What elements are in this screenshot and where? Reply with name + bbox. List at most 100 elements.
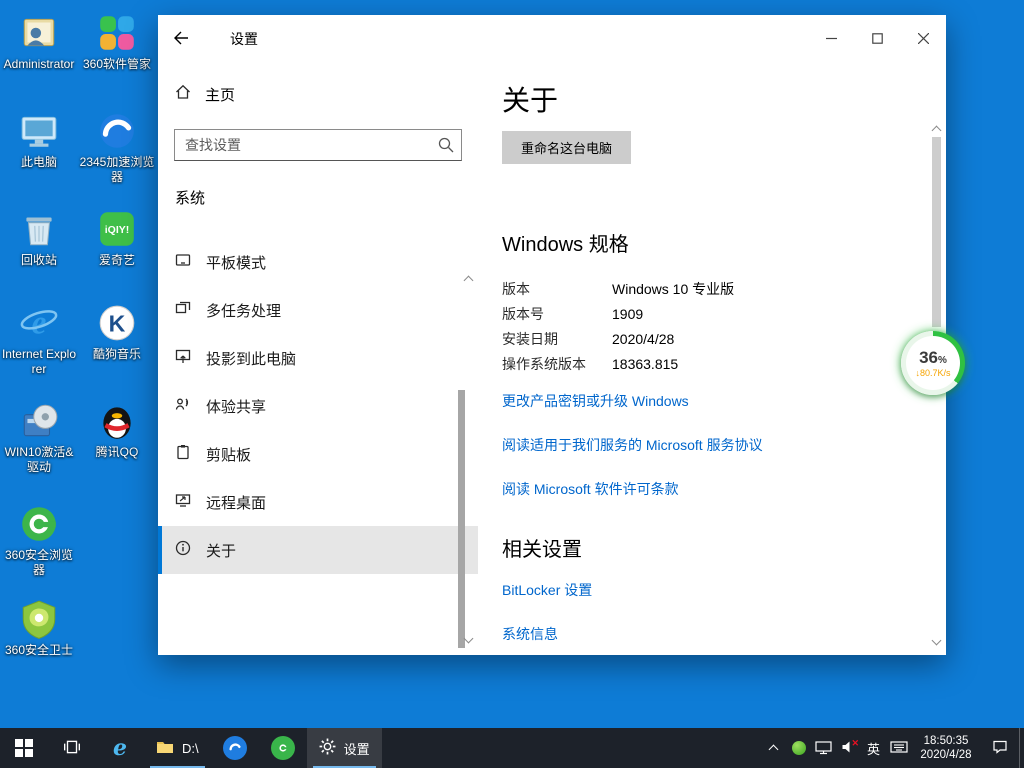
this-pc-icon xyxy=(18,110,60,152)
taskbar-explorer-button[interactable]: D:\ xyxy=(144,728,211,768)
desktop-icon-iqiyi[interactable]: iQIY! 爱奇艺 xyxy=(79,208,155,268)
nav-scrollbar-thumb[interactable] xyxy=(458,390,465,648)
desktop-icon-360-safe[interactable]: 360安全卫士 xyxy=(1,598,77,658)
bitlocker-settings-link[interactable]: BitLocker 设置 xyxy=(502,580,892,600)
ime-indicator[interactable]: 英 xyxy=(861,728,886,768)
mute-x-icon: ✕ xyxy=(851,738,859,749)
installer-disc-icon xyxy=(18,400,60,442)
back-arrow-icon xyxy=(173,30,190,49)
memory-percent: 36% xyxy=(919,349,947,366)
360-tray-icon xyxy=(792,741,806,755)
clipboard-icon xyxy=(175,444,191,464)
action-center-button[interactable] xyxy=(981,728,1019,768)
show-desktop-button[interactable] xyxy=(1019,728,1024,768)
content-scrollbar-thumb[interactable] xyxy=(932,137,941,327)
2345-browser-icon xyxy=(96,110,138,152)
multitask-icon xyxy=(175,300,191,320)
nav-item-label: 多任务处理 xyxy=(206,300,281,321)
desktop-icon-kugou-music[interactable]: K 酷狗音乐 xyxy=(79,302,155,362)
shared-experiences-icon xyxy=(175,396,191,416)
nav-item-tablet-mode[interactable]: 平板模式 xyxy=(158,238,478,286)
time-text: 18:50:35 xyxy=(924,734,969,748)
desktop-icon-label: 爱奇艺 xyxy=(99,253,135,268)
spec-row-installed-on: 安装日期 2020/4/28 xyxy=(502,327,892,352)
desktop-icon-label: 酷狗音乐 xyxy=(93,347,141,362)
nav-item-shared-experiences[interactable]: 体验共享 xyxy=(158,382,478,430)
desktop-icon-label: Administrator xyxy=(4,57,75,72)
date-text: 2020/4/28 xyxy=(920,748,971,762)
nav-item-remote-desktop[interactable]: 远程桌面 xyxy=(158,478,478,526)
clock[interactable]: 18:50:35 2020/4/28 xyxy=(911,728,981,768)
360-speed-float-ball[interactable]: 36% ↓80.7K/s xyxy=(901,331,965,395)
settings-content-pane: 关于 重命名这台电脑 Windows 规格 版本 Windows 10 专业版 … xyxy=(478,63,946,655)
taskbar-ie-button[interactable]: e xyxy=(96,728,144,768)
start-button[interactable] xyxy=(0,728,48,768)
desktop-icon-tencent-qq[interactable]: 腾讯QQ xyxy=(79,400,155,460)
nav-item-clipboard[interactable]: 剪贴板 xyxy=(158,430,478,478)
spec-value: 18363.815 xyxy=(612,352,678,377)
network-icon xyxy=(815,739,832,758)
change-product-key-link[interactable]: 更改产品密钥或升级 Windows xyxy=(502,391,892,411)
360-browser-icon xyxy=(271,736,295,760)
license-terms-link[interactable]: 阅读 Microsoft 软件许可条款 xyxy=(502,479,892,499)
system-info-link[interactable]: 系统信息 xyxy=(502,624,892,644)
spec-value: Windows 10 专业版 xyxy=(612,277,734,302)
nav-scroll-down-icon[interactable] xyxy=(465,629,472,647)
svg-text:e: e xyxy=(32,305,47,342)
tray-360-icon[interactable] xyxy=(786,728,811,768)
desktop-icon-360-software-manager[interactable]: 360软件管家 xyxy=(79,12,155,72)
desktop-icon-this-pc[interactable]: 此电脑 xyxy=(1,110,77,170)
desktop-icon-win10-activate[interactable]: WIN10激活&驱动 xyxy=(1,400,77,475)
nav-item-label: 平板模式 xyxy=(206,252,266,273)
spec-links: 更改产品密钥或升级 Windows 阅读适用于我们服务的 Microsoft 服… xyxy=(502,391,892,499)
taskbar-settings-button[interactable]: 设置 xyxy=(307,728,382,768)
taskbar-2345-browser-button[interactable] xyxy=(211,728,259,768)
back-button[interactable] xyxy=(158,15,204,63)
desktop-icon-label: 腾讯QQ xyxy=(96,445,139,460)
task-view-icon xyxy=(63,738,81,759)
nav-item-about[interactable]: 关于 xyxy=(158,526,478,574)
nav-item-label: 远程桌面 xyxy=(206,492,266,513)
desktop-icon-label: 回收站 xyxy=(21,253,57,268)
system-tray: ✕ 英 18:50:35 2020/4/28 xyxy=(761,728,1024,768)
desktop-icon-recycle-bin[interactable]: 回收站 xyxy=(1,208,77,268)
taskbar-360-browser-button[interactable] xyxy=(259,728,307,768)
kugou-icon: K xyxy=(96,302,138,344)
tray-network-button[interactable] xyxy=(811,728,836,768)
nav-list: 平板模式 多任务处理 投影到此电脑 体验共享 剪贴板 xyxy=(158,238,478,574)
desktop-icon-360-browser[interactable]: 360安全浏览器 xyxy=(1,503,77,578)
iqiyi-icon: iQIY! xyxy=(96,208,138,250)
task-view-button[interactable] xyxy=(48,728,96,768)
rename-pc-button[interactable]: 重命名这台电脑 xyxy=(502,131,631,164)
spec-table: 版本 Windows 10 专业版 版本号 1909 安装日期 2020/4/2… xyxy=(502,277,892,377)
desktop-icon-internet-explorer[interactable]: e Internet Explorer xyxy=(1,302,77,377)
spec-value: 2020/4/28 xyxy=(612,327,674,352)
search-input[interactable] xyxy=(174,129,462,161)
2345-browser-icon xyxy=(223,736,247,760)
desktop-icon-2345-browser[interactable]: 2345加速浏览器 xyxy=(79,110,155,185)
windows-spec-title: Windows 规格 xyxy=(502,228,892,257)
ie-icon: e xyxy=(113,735,127,761)
scroll-down-icon[interactable] xyxy=(933,631,940,649)
360-manager-icon xyxy=(96,12,138,54)
desktop-icon-administrator[interactable]: Administrator xyxy=(1,12,77,72)
nav-item-projecting[interactable]: 投影到此电脑 xyxy=(158,334,478,382)
close-button[interactable] xyxy=(900,15,946,63)
nav-item-label: 体验共享 xyxy=(206,396,266,417)
windows-logo-icon xyxy=(15,739,33,757)
settings-nav-pane: 主页 系统 平板模式 多任务处理 xyxy=(158,63,478,655)
desktop-icon-label: WIN10激活&驱动 xyxy=(1,445,77,475)
nav-item-label: 关于 xyxy=(206,540,236,561)
float-ball-face: 36% ↓80.7K/s xyxy=(906,336,960,390)
tray-expand-button[interactable] xyxy=(761,728,786,768)
maximize-button[interactable] xyxy=(854,15,900,63)
nav-item-home[interactable]: 主页 xyxy=(158,75,478,113)
touch-keyboard-button[interactable] xyxy=(886,728,911,768)
desktop-icon-label: 360软件管家 xyxy=(83,57,151,72)
nav-item-multitasking[interactable]: 多任务处理 xyxy=(158,286,478,334)
tray-volume-button[interactable]: ✕ xyxy=(836,728,861,768)
recycle-bin-icon xyxy=(18,208,60,250)
services-agreement-link[interactable]: 阅读适用于我们服务的 Microsoft 服务协议 xyxy=(502,435,892,455)
minimize-button[interactable] xyxy=(808,15,854,63)
desktop-icon-label: 360安全浏览器 xyxy=(1,548,77,578)
